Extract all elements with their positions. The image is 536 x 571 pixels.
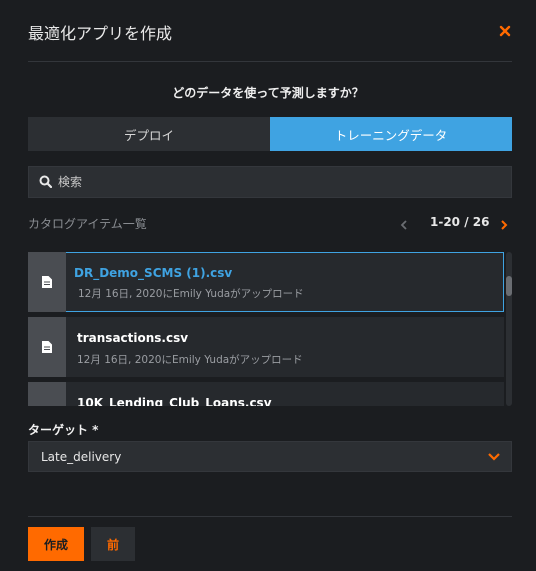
search-box — [28, 166, 512, 198]
search-input[interactable] — [58, 175, 488, 189]
item-name: DR_Demo_SCMS (1).csv — [74, 266, 233, 280]
list-item[interactable]: 10K_Lending_Club_Loans.csv — [28, 382, 504, 406]
header-divider — [28, 61, 512, 62]
file-icon — [28, 317, 66, 377]
file-icon — [28, 252, 66, 312]
create-button[interactable]: 作成 — [28, 527, 84, 561]
tab-training-data[interactable]: トレーニングデータ — [270, 117, 512, 151]
target-select[interactable]: Late_delivery — [28, 441, 512, 472]
item-meta: 12月 16日, 2020にEmily Yudaがアップロード — [78, 288, 304, 300]
data-source-question: どのデータを使って予測しますか？ — [172, 86, 364, 100]
tab-deploy[interactable]: デプロイ — [28, 117, 270, 151]
list-item[interactable]: DR_Demo_SCMS (1).csv 12月 16日, 2020にEmily… — [28, 252, 504, 312]
footer-divider — [28, 516, 512, 517]
list-scrollbar-thumb[interactable] — [506, 276, 512, 296]
back-button[interactable]: 前 — [91, 527, 135, 561]
pagination: 1-20 / 26 — [398, 215, 514, 231]
close-icon[interactable] — [496, 22, 514, 40]
list-item[interactable]: transactions.csv 12月 16日, 2020にEmily Yud… — [28, 317, 504, 377]
item-name: transactions.csv — [77, 331, 189, 345]
item-meta: 12月 16日, 2020にEmily Yudaがアップロード — [77, 354, 303, 366]
dialog-title: 最適化アプリを作成 — [28, 24, 173, 43]
chevron-down-icon — [487, 451, 501, 465]
file-icon — [28, 382, 66, 406]
target-value: Late_delivery — [41, 449, 122, 464]
data-source-tabs: デプロイ トレーニングデータ — [28, 117, 512, 151]
target-label: ターゲット * — [28, 423, 99, 437]
catalog-list: DR_Demo_SCMS (1).csv 12月 16日, 2020にEmily… — [28, 252, 504, 406]
create-optimizer-app-dialog: 最適化アプリを作成 どのデータを使って予測しますか？ デプロイ トレーニングデー… — [0, 0, 536, 571]
chevron-right-icon[interactable] — [500, 216, 508, 235]
chevron-left-icon[interactable] — [400, 216, 408, 235]
page-range: 1-20 / 26 — [430, 215, 490, 229]
item-name: 10K_Lending_Club_Loans.csv — [77, 396, 272, 406]
search-icon — [39, 173, 53, 192]
catalog-list-label: カタログアイテム一覧 — [28, 217, 147, 231]
